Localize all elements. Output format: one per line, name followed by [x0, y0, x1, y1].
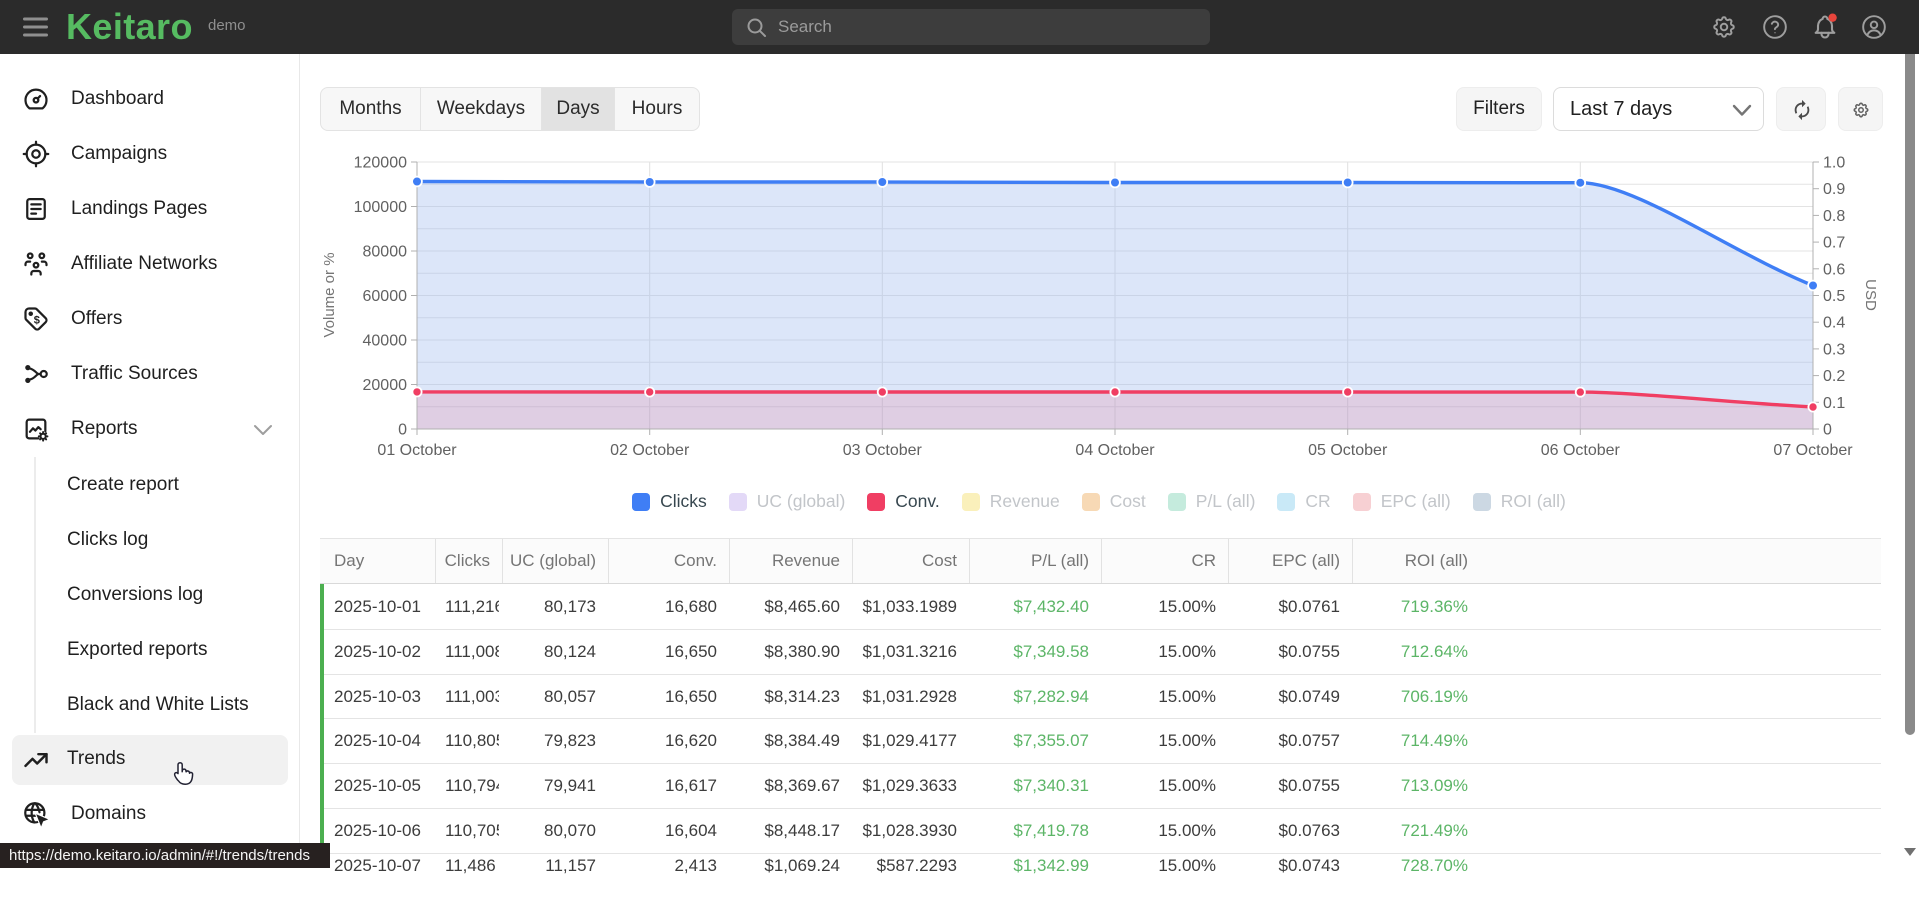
- svg-text:120000: 120000: [354, 155, 407, 172]
- svg-text:0.8: 0.8: [1823, 208, 1845, 225]
- svg-text:0.2: 0.2: [1823, 368, 1845, 385]
- svg-text:0.4: 0.4: [1823, 315, 1845, 332]
- svg-text:USD: USD: [1862, 279, 1879, 311]
- svg-text:04 October: 04 October: [1075, 442, 1155, 459]
- svg-text:01 October: 01 October: [377, 442, 457, 459]
- svg-text:0.1: 0.1: [1823, 395, 1845, 412]
- svg-text:40000: 40000: [363, 333, 408, 350]
- svg-text:60000: 60000: [363, 288, 408, 305]
- svg-text:07 October: 07 October: [1773, 442, 1853, 459]
- svg-text:0.6: 0.6: [1823, 261, 1845, 278]
- svg-text:20000: 20000: [363, 377, 408, 394]
- svg-text:0.9: 0.9: [1823, 181, 1845, 198]
- svg-text:03 October: 03 October: [843, 442, 923, 459]
- svg-text:0: 0: [1823, 422, 1832, 439]
- svg-text:1.0: 1.0: [1823, 155, 1845, 172]
- svg-text:80000: 80000: [363, 244, 408, 261]
- svg-text:0.7: 0.7: [1823, 235, 1845, 252]
- svg-text:02 October: 02 October: [610, 442, 690, 459]
- svg-text:06 October: 06 October: [1541, 442, 1621, 459]
- svg-text:Volume or %: Volume or %: [321, 252, 338, 337]
- svg-text:0.5: 0.5: [1823, 288, 1845, 305]
- svg-text:$: $: [34, 314, 40, 326]
- svg-text:100000: 100000: [354, 199, 407, 216]
- svg-text:0: 0: [398, 422, 407, 439]
- svg-text:0.3: 0.3: [1823, 341, 1845, 358]
- svg-text:05 October: 05 October: [1308, 442, 1388, 459]
